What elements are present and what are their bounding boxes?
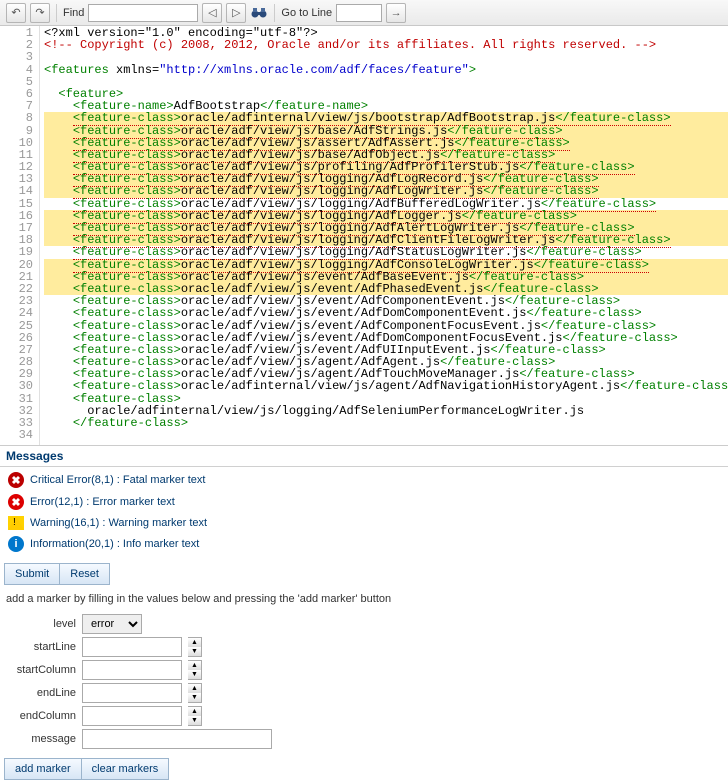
undo-button[interactable]: ↶ <box>6 3 26 23</box>
level-label: level <box>6 618 76 630</box>
goto-label: Go to Line <box>281 7 332 19</box>
code-line[interactable]: <!-- Copyright (c) 2008, 2012, Oracle an… <box>44 39 728 51</box>
code-line[interactable]: <feature-class>oracle/adf/view/js/loggin… <box>44 198 728 210</box>
line-number: 24 <box>0 307 33 319</box>
message-text: Error(12,1) : Error marker text <box>30 496 175 508</box>
action-buttons: Submit Reset <box>0 559 728 589</box>
line-number: 19 <box>0 246 33 258</box>
endcolumn-input[interactable] <box>82 706 182 726</box>
spin-up[interactable]: ▲ <box>188 684 201 693</box>
code-line[interactable] <box>44 76 728 88</box>
find-prev-button[interactable]: ◁ <box>202 3 222 23</box>
line-number: 25 <box>0 320 33 332</box>
line-number: 8 <box>0 112 33 124</box>
find-input[interactable] <box>88 4 198 22</box>
messages-header: Messages <box>0 446 728 467</box>
code-line[interactable]: </feature-class> <box>44 417 728 429</box>
endcolumn-label: endColumn <box>6 710 76 722</box>
message-row[interactable]: ! Warning(16,1) : Warning marker text <box>4 513 724 533</box>
reset-button[interactable]: Reset <box>60 563 110 585</box>
line-number: 14 <box>0 185 33 197</box>
binoculars-icon[interactable] <box>250 4 268 22</box>
line-number: 20 <box>0 259 33 271</box>
marker-form: level error startLine ▲▼ startColumn ▲▼ … <box>0 609 728 754</box>
critical-error-icon: ✖ <box>8 472 24 488</box>
message-text: Information(20,1) : Info marker text <box>30 538 199 550</box>
message-text: Warning(16,1) : Warning marker text <box>30 517 207 529</box>
code-line[interactable] <box>44 429 728 441</box>
code-line[interactable]: <feature-class>oracle/adf/view/js/base/A… <box>44 125 728 137</box>
message-row[interactable]: ✖ Error(12,1) : Error marker text <box>4 491 724 513</box>
error-icon: ✖ <box>8 494 24 510</box>
message-input[interactable] <box>82 729 272 749</box>
line-number: 9 <box>0 125 33 137</box>
level-select[interactable]: error <box>82 614 142 634</box>
spin-down[interactable]: ▼ <box>188 693 201 702</box>
startline-input[interactable] <box>82 637 182 657</box>
spin-up[interactable]: ▲ <box>188 707 201 716</box>
message-text: Critical Error(8,1) : Fatal marker text <box>30 474 205 486</box>
add-marker-button[interactable]: add marker <box>4 758 82 780</box>
form-help-text: add a marker by filling in the values be… <box>0 589 728 609</box>
clear-markers-button[interactable]: clear markers <box>82 758 170 780</box>
warning-icon: ! <box>8 516 24 530</box>
spin-down[interactable]: ▼ <box>188 716 201 725</box>
marker-buttons: add marker clear markers <box>0 754 728 784</box>
line-number: 15 <box>0 198 33 210</box>
line-number: 31 <box>0 393 33 405</box>
startcolumn-label: startColumn <box>6 664 76 676</box>
code-line[interactable]: <feature-class>oracle/adfinternal/view/j… <box>44 112 728 124</box>
goto-button[interactable]: → <box>386 3 406 23</box>
code-line[interactable]: <features xmlns="http://xmlns.oracle.com… <box>44 64 728 76</box>
line-number: 30 <box>0 380 33 392</box>
message-label: message <box>6 733 76 745</box>
divider <box>56 4 57 22</box>
startline-label: startLine <box>6 641 76 653</box>
line-number: 34 <box>0 429 33 441</box>
message-row[interactable]: ✖ Critical Error(8,1) : Fatal marker text <box>4 469 724 491</box>
code-area[interactable]: <?xml version="1.0" encoding="utf-8"?><!… <box>40 26 728 445</box>
code-line[interactable]: <feature-class>oracle/adf/view/js/loggin… <box>44 185 728 197</box>
redo-button[interactable]: ↷ <box>30 3 50 23</box>
info-icon: i <box>8 536 24 552</box>
startcolumn-input[interactable] <box>82 660 182 680</box>
line-number: 3 <box>0 51 33 63</box>
endline-label: endLine <box>6 687 76 699</box>
find-label: Find <box>63 7 84 19</box>
find-next-button[interactable]: ▷ <box>226 3 246 23</box>
spin-down[interactable]: ▼ <box>188 647 201 656</box>
line-number: 4 <box>0 64 33 76</box>
code-editor[interactable]: 1234567891011121314151617181920212223242… <box>0 26 728 446</box>
spin-up[interactable]: ▲ <box>188 638 201 647</box>
submit-button[interactable]: Submit <box>4 563 60 585</box>
messages-panel: ✖ Critical Error(8,1) : Fatal marker text… <box>0 467 728 559</box>
code-line[interactable]: <feature-class>oracle/adf/view/js/loggin… <box>44 246 728 258</box>
divider <box>274 4 275 22</box>
spin-down[interactable]: ▼ <box>188 670 201 679</box>
line-gutter: 1234567891011121314151617181920212223242… <box>0 26 40 445</box>
endline-input[interactable] <box>82 683 182 703</box>
spin-up[interactable]: ▲ <box>188 661 201 670</box>
toolbar: ↶ ↷ Find ◁ ▷ Go to Line → <box>0 0 728 26</box>
goto-input[interactable] <box>336 4 382 22</box>
message-row[interactable]: i Information(20,1) : Info marker text <box>4 533 724 555</box>
